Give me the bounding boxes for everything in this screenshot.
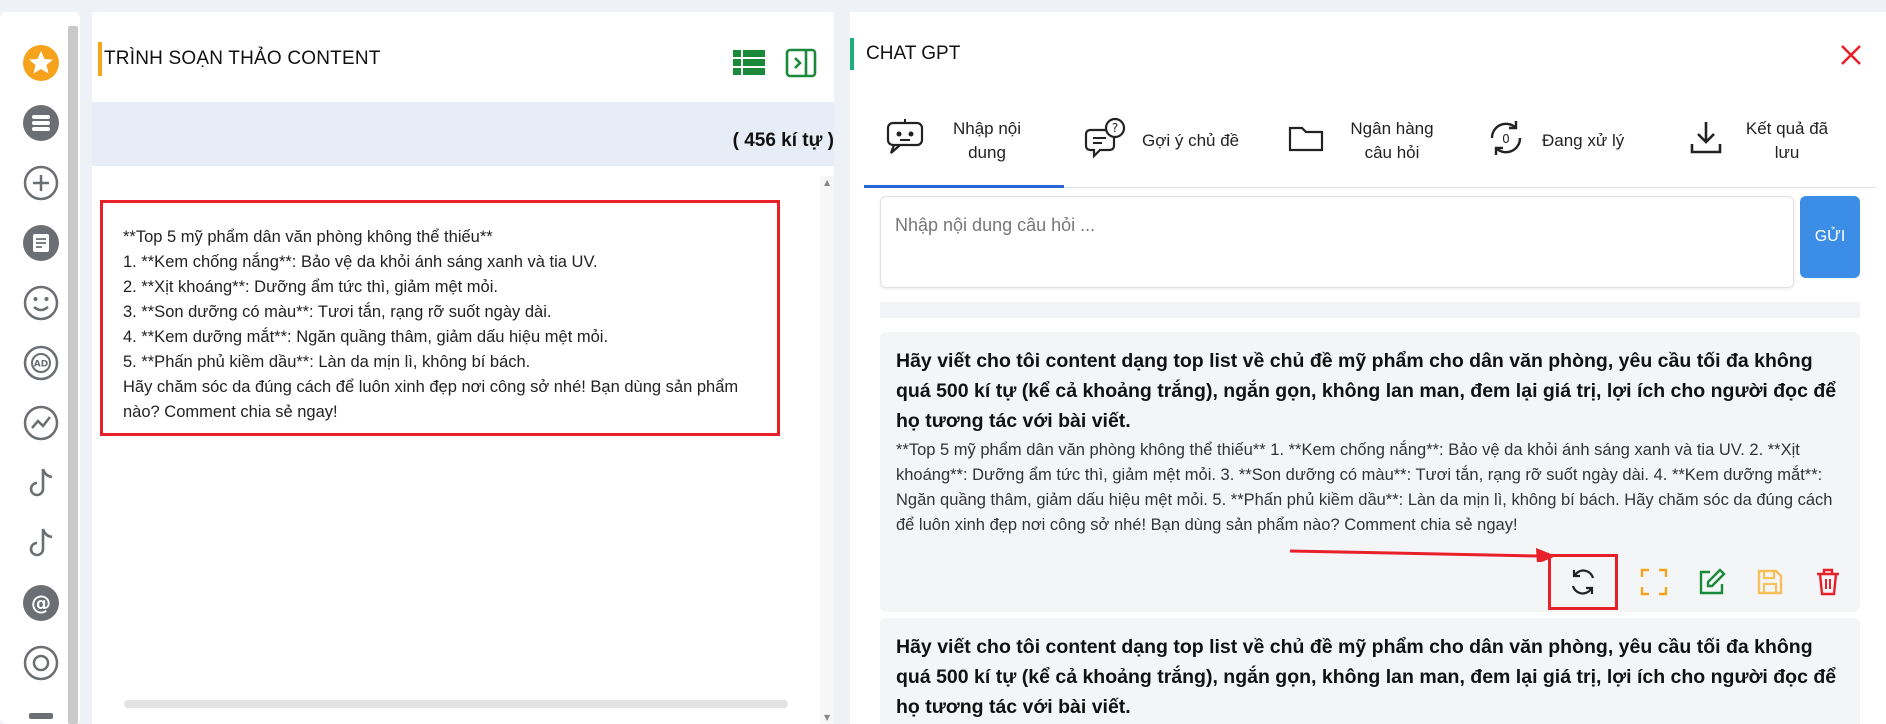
editor-line: 2. **Xịt khoáng**: Dưỡng ẩm tức thì, giả… [123, 278, 498, 296]
editor-line: 1. **Kem chống nắng**: Bảo vệ da khỏi án… [123, 253, 598, 271]
editor-line: **Top 5 mỹ phẩm dân văn phòng không thể … [123, 228, 493, 246]
rail-scrollbar[interactable] [68, 26, 78, 724]
ad-icon[interactable]: AD [20, 342, 62, 384]
card-answer: **Top 5 mỹ phẩm dân văn phòng không thể … [896, 441, 1833, 534]
smile-icon[interactable] [20, 282, 62, 324]
add-icon[interactable] [20, 162, 62, 204]
editor-line: 4. **Kem dưỡng mắt**: Ngăn quầng thâm, g… [123, 328, 609, 346]
star-icon[interactable] [20, 42, 62, 84]
tab-suggest-topic[interactable]: ? Gợi ý chủ đề [1084, 96, 1264, 186]
svg-text:?: ? [1112, 121, 1118, 135]
editor-line: 3. **Son dưỡng có màu**: Tươi tắn, rạng … [123, 303, 552, 321]
editor-line: Hãy chăm sóc da đúng cách để luôn xinh đ… [123, 378, 743, 421]
chat-bot-icon [884, 115, 928, 166]
expand-icon [1640, 568, 1668, 596]
instagram-icon[interactable] [20, 642, 62, 684]
processing-icon: 0 [1484, 116, 1528, 167]
card-question: Hãy viết cho tôi content dạng top list v… [896, 636, 1837, 718]
save-button[interactable] [1748, 560, 1792, 604]
scroll-down-icon[interactable]: ▼ [824, 713, 830, 722]
tab-input-content[interactable]: Nhập nội dung [864, 96, 1064, 188]
chat-tabs: Nhập nội dung ? Gợi ý chủ đề Ngân hàng c… [864, 96, 1876, 188]
question-bubble-icon: ? [1084, 116, 1128, 167]
regenerate-button[interactable] [1548, 554, 1618, 610]
editor-header: TRÌNH SOẠN THẢO CONTENT [92, 12, 834, 102]
editor-body[interactable]: **Top 5 mỹ phẩm dân văn phòng không thể … [92, 166, 834, 724]
horizontal-scrollbar[interactable] [124, 700, 788, 708]
more-icon[interactable] [20, 702, 62, 724]
tab-saved-results[interactable]: Kết quả đã lưu [1684, 96, 1874, 186]
tab-label: Đang xử lý [1542, 131, 1625, 150]
download-icon [1684, 116, 1728, 167]
char-count: ( 456 kí tự ) [732, 130, 834, 151]
tab-label: Nhập nội dung [952, 118, 1022, 162]
edit-button[interactable] [1690, 560, 1734, 604]
grid-list-icon[interactable] [732, 48, 766, 82]
processing-count: 0 [1502, 132, 1510, 146]
tab-label: Gợi ý chủ đề [1142, 131, 1240, 150]
tiktok-icon[interactable] [20, 522, 62, 564]
content-editor-panel: TRÌNH SOẠN THẢO CONTENT ( 456 kí tự ) **… [92, 12, 834, 724]
scroll-up-icon[interactable]: ▲ [824, 178, 830, 187]
send-button[interactable]: GỬI [1800, 196, 1860, 278]
chat-gpt-panel: CHAT GPT Nhập nội dung ? Gợi ý chủ đề Ng… [850, 12, 1886, 724]
edit-icon [1699, 568, 1726, 595]
editor-toolbar [732, 48, 818, 82]
question-input[interactable] [895, 215, 1779, 271]
collapse-panel-icon[interactable] [784, 48, 818, 82]
select-all-button[interactable] [1632, 560, 1676, 604]
threads-icon[interactable]: @ [20, 582, 62, 624]
vertical-scrollbar[interactable]: ▲ ▼ [820, 176, 834, 724]
svg-text:AD: AD [34, 360, 48, 370]
document-icon[interactable] [20, 222, 62, 264]
chat-title: CHAT GPT [850, 38, 960, 70]
delete-button[interactable] [1806, 560, 1850, 604]
list-icon[interactable] [20, 102, 62, 144]
card-actions [1548, 554, 1850, 610]
char-counter-bar: ( 456 kí tự ) [92, 102, 834, 166]
tab-processing[interactable]: 0 Đang xử lý [1484, 96, 1664, 186]
close-button[interactable] [1834, 38, 1868, 72]
folder-icon [1284, 116, 1328, 167]
trash-icon [1817, 568, 1839, 596]
chat-result-card: Hãy viết cho tôi content dạng top list v… [880, 618, 1860, 724]
tiktok-icon[interactable] [20, 462, 62, 504]
annotation-arrow [1290, 548, 1556, 562]
question-input-box[interactable] [880, 196, 1794, 288]
refresh-icon [1571, 569, 1595, 595]
editor-line: 5. **Phấn phủ kiềm dầu**: Làn da mịn lì,… [123, 353, 531, 371]
tab-label: Kết quả đã lưu [1745, 119, 1829, 162]
list-divider [880, 302, 1860, 318]
chat-result-card: Hãy viết cho tôi content dạng top list v… [880, 332, 1860, 612]
analytics-icon[interactable] [20, 402, 62, 444]
card-question: Hãy viết cho tôi content dạng top list v… [896, 350, 1837, 432]
editor-title: TRÌNH SOẠN THẢO CONTENT [98, 42, 381, 76]
svg-text:@: @ [31, 591, 51, 615]
editor-content-highlighted[interactable]: **Top 5 mỹ phẩm dân văn phòng không thể … [100, 200, 780, 436]
close-icon [1841, 45, 1861, 65]
tab-label: Ngân hàng câu hỏi [1350, 119, 1434, 162]
tab-question-bank[interactable]: Ngân hàng câu hỏi [1284, 96, 1464, 186]
save-icon [1757, 569, 1783, 595]
